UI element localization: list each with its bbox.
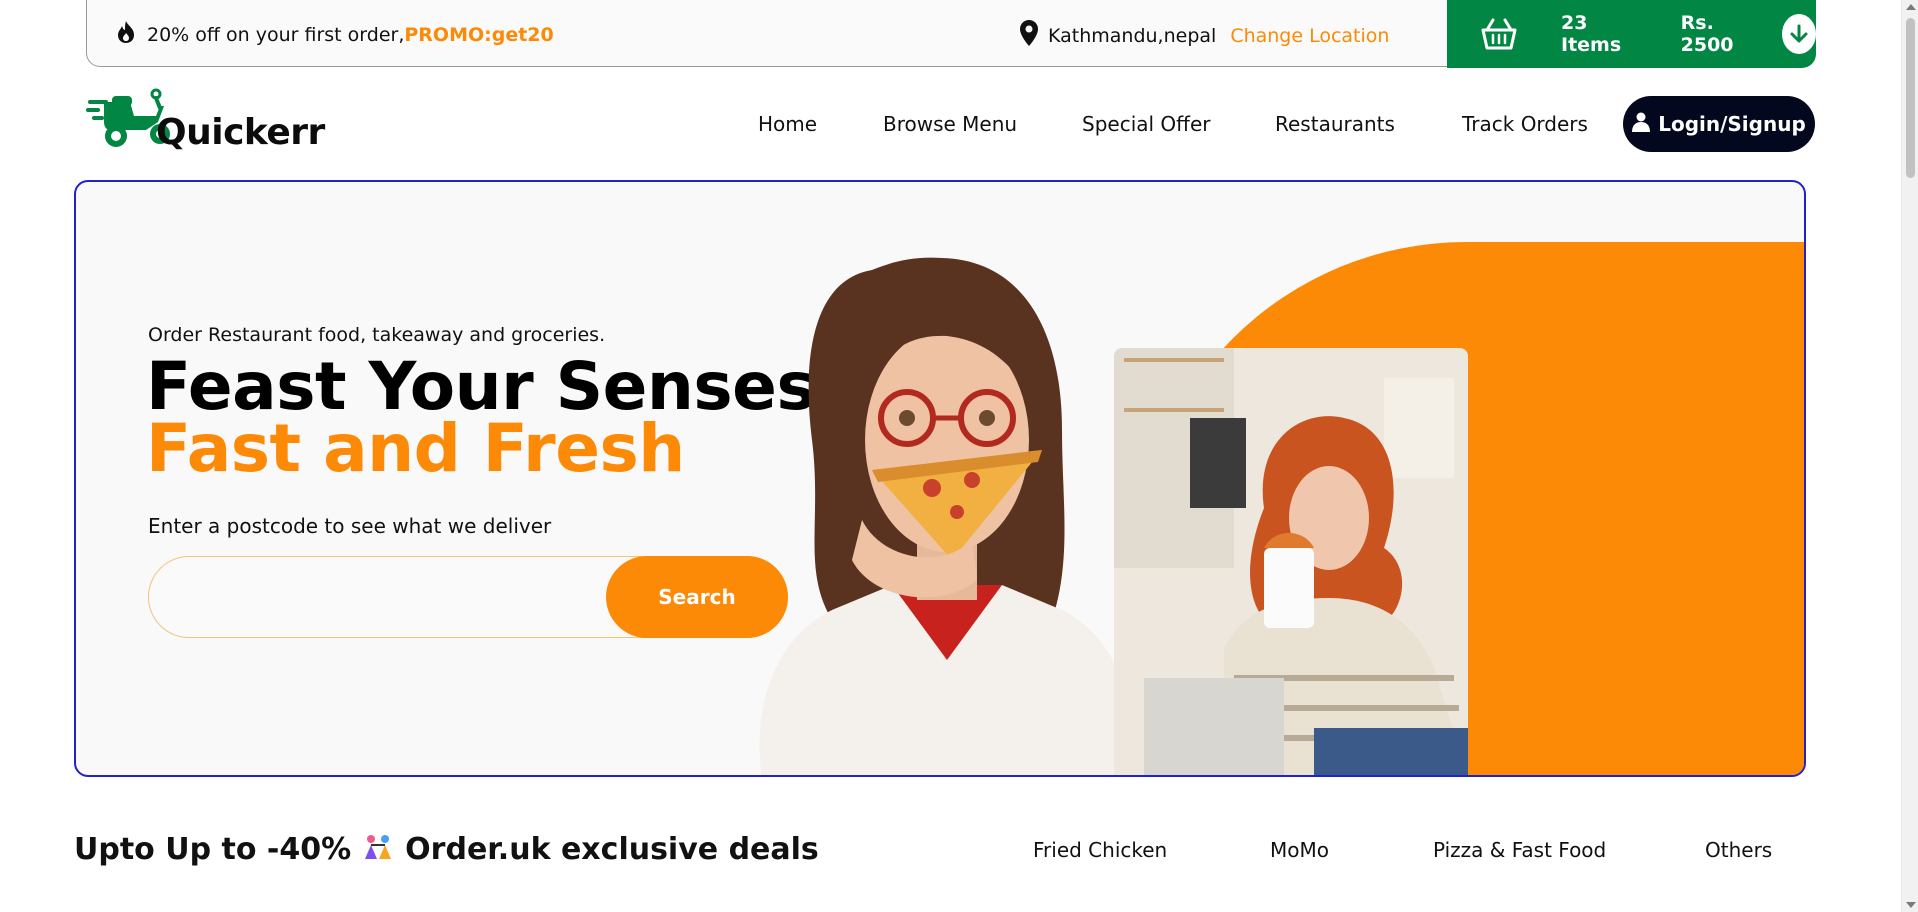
nav-restaurants[interactable]: Restaurants	[1275, 112, 1395, 136]
hero-woman-noodles-image	[1114, 348, 1468, 775]
hero-subtitle: Fast and Fresh	[146, 410, 685, 487]
hero-lead: Enter a postcode to see what we deliver	[148, 514, 552, 538]
arrow-down-icon[interactable]	[1781, 14, 1816, 54]
scrollbar-thumb[interactable]	[1906, 18, 1915, 178]
cart-item-count: 23 Items	[1561, 12, 1622, 56]
fire-icon	[115, 20, 137, 49]
brand-logo[interactable]: Quickerr	[86, 86, 326, 156]
cart-summary[interactable]: 23 Items Rs. 2500	[1447, 0, 1816, 68]
deals-heading-left: Upto Up to -40%	[74, 832, 352, 867]
party-people-icon	[361, 832, 395, 867]
category-pizza-fast-food[interactable]: Pizza & Fast Food	[1433, 838, 1606, 862]
location-pin-icon	[1020, 20, 1038, 51]
basket-icon	[1481, 18, 1517, 50]
category-others[interactable]: Others	[1705, 838, 1772, 862]
promo-message: 20% off on your first order,PROMO:get20	[115, 20, 554, 49]
hero-woman-pizza-image	[759, 257, 1135, 775]
change-location-link[interactable]: Change Location	[1230, 25, 1389, 47]
cart-total: Rs. 2500	[1680, 12, 1734, 56]
login-signup-button[interactable]: Login/Signup	[1623, 96, 1815, 152]
postcode-input[interactable]	[173, 575, 593, 619]
nav-home[interactable]: Home	[758, 112, 817, 136]
category-fried-chicken[interactable]: Fried Chicken	[1033, 838, 1167, 862]
login-signup-label: Login/Signup	[1658, 112, 1806, 136]
location: Kathmandu,nepal Change Location	[1020, 20, 1389, 51]
location-city: Kathmandu,nepal	[1048, 24, 1217, 47]
hero-banner: Order Restaurant food, takeaway and groc…	[74, 180, 1806, 777]
user-icon	[1632, 112, 1651, 137]
promo-text: 20% off on your first order,	[147, 23, 405, 46]
nav-special-offer[interactable]: Special Offer	[1082, 112, 1210, 136]
deals-heading: Upto Up to -40% Order.uk exclusive deals	[74, 832, 819, 867]
hero-kicker: Order Restaurant food, takeaway and groc…	[148, 324, 606, 346]
page-scrollbar[interactable]	[1901, 0, 1918, 912]
category-momo[interactable]: MoMo	[1270, 838, 1329, 862]
scroll-down-icon[interactable]	[1906, 902, 1916, 908]
promo-code[interactable]: PROMO:get20	[404, 24, 553, 46]
brand-name: Quickerr	[156, 112, 325, 153]
deals-heading-right: Order.uk exclusive deals	[405, 832, 819, 867]
nav-browse-menu[interactable]: Browse Menu	[883, 112, 1017, 136]
scroll-up-icon[interactable]	[1906, 4, 1916, 10]
nav-track-orders[interactable]: Track Orders	[1462, 112, 1588, 136]
